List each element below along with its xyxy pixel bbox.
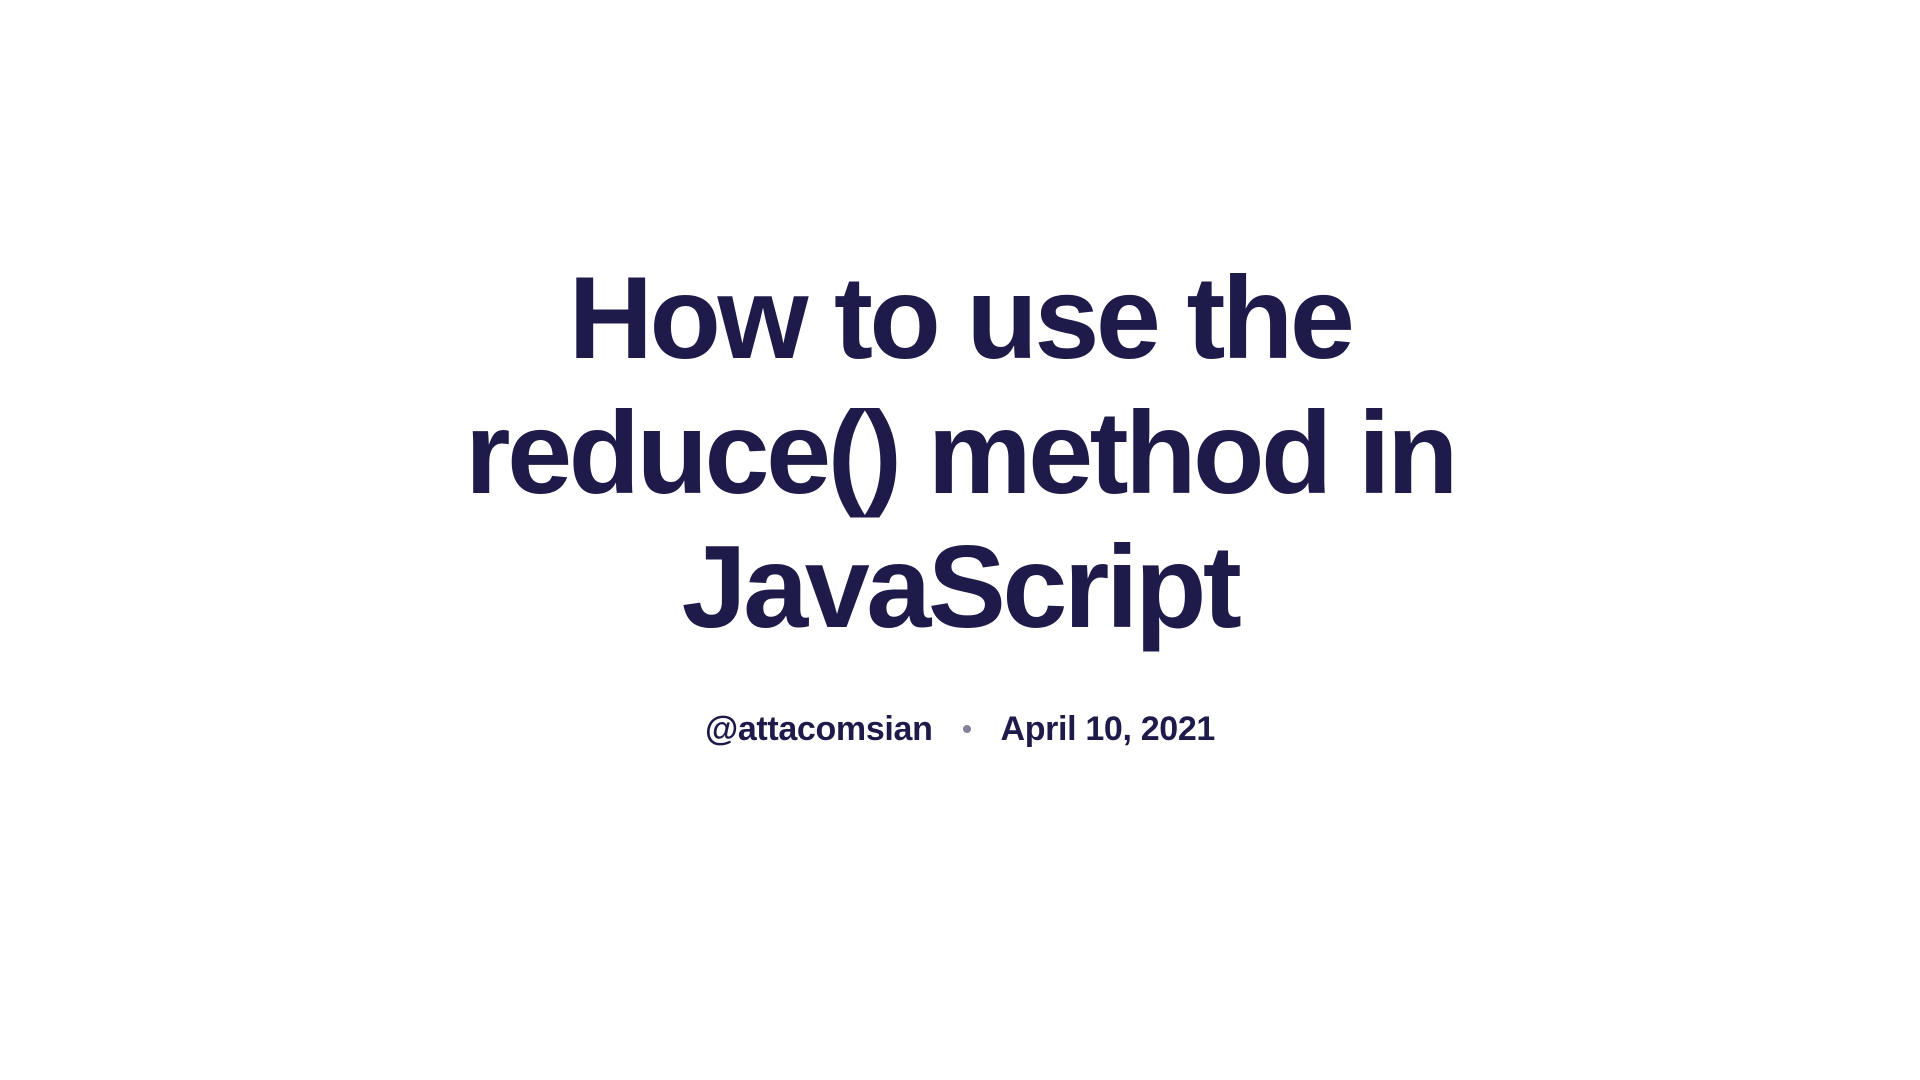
dot-separator-icon — [963, 725, 971, 733]
article-date: April 10, 2021 — [1001, 710, 1215, 749]
article-meta: @attacomsian April 10, 2021 — [705, 710, 1215, 749]
author-handle: @attacomsian — [705, 710, 932, 749]
article-title: How to use the reduce() method in JavaSc… — [410, 251, 1510, 655]
